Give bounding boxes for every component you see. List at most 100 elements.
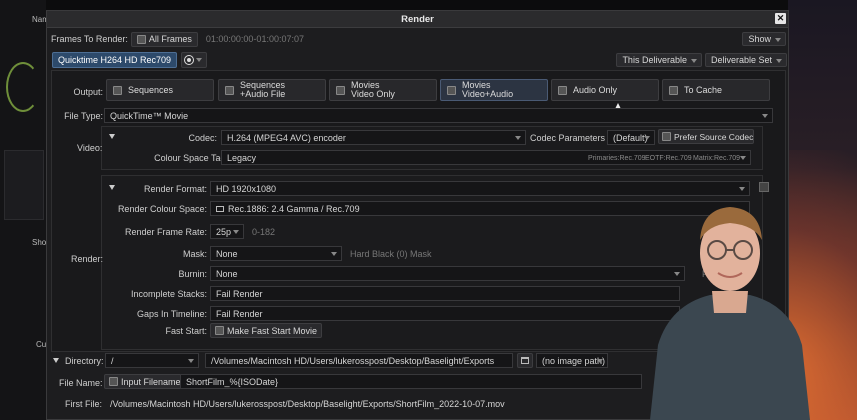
- left-panel-label: Cu: [36, 340, 47, 349]
- dialog-titlebar: Render ✕: [47, 11, 788, 28]
- file-name-value: ShortFilm_%{ISODate}: [186, 376, 279, 387]
- cache-icon: [669, 85, 678, 95]
- file-type-value: QuickTime™ Movie: [110, 110, 189, 121]
- output-sequences-button[interactable]: Sequences: [106, 79, 214, 101]
- output-movies-video-audio-button[interactable]: Movies Video+Audio: [440, 79, 548, 101]
- gear-icon: [184, 55, 195, 65]
- render-format-dropdown[interactable]: HD 1920x1080: [210, 181, 750, 196]
- output-option-sublabel: Video+Audio: [462, 89, 514, 99]
- deliverable-tab[interactable]: Quicktime H264 HD Rec709: [52, 52, 178, 68]
- frame-rate-value: 25p: [216, 226, 232, 237]
- show-dropdown[interactable]: Show: [742, 32, 786, 46]
- mask-dropdown[interactable]: None: [210, 246, 342, 261]
- this-deliverable-label: This Deliverable: [622, 55, 687, 65]
- prefer-source-codec-toggle[interactable]: Prefer Source Codec: [658, 129, 754, 144]
- movie-audio-icon: [447, 85, 456, 95]
- output-option-label: Audio Only: [573, 84, 618, 95]
- browse-folder-button[interactable]: [517, 353, 533, 368]
- burnin-dropdown[interactable]: None: [210, 266, 685, 281]
- incomplete-stacks-label: Incomplete Stacks:: [130, 289, 207, 299]
- background-left-panel: Nam Show Cu: [0, 0, 52, 420]
- output-movies-video-button[interactable]: Movies Video Only: [329, 79, 437, 101]
- fast-start-value: Make Fast Start Movie: [227, 325, 318, 336]
- directory-collapse-icon[interactable]: [53, 355, 63, 365]
- show-label: Show: [748, 34, 771, 44]
- directory-path-field[interactable]: /Volumes/Macintosh HD/Users/lukerosspost…: [205, 353, 513, 368]
- directory-value: /: [111, 355, 114, 366]
- render-format-label: Render Format:: [143, 184, 207, 194]
- gaps-in-timeline-value: Fail Render: [216, 308, 263, 319]
- output-label: Output:: [73, 87, 103, 97]
- burnin-value: None: [216, 268, 238, 279]
- output-sequences-audio-button[interactable]: Sequences +Audio File: [218, 79, 326, 101]
- left-panel-dial: [6, 62, 40, 112]
- fast-start-label: Fast Start:: [165, 326, 207, 336]
- sequence-audio-icon: [225, 85, 234, 95]
- mask-label: Mask:: [182, 249, 207, 259]
- matrix-tag: Matrix:Rec.709: [693, 155, 741, 162]
- directory-label: Directory:: [65, 356, 104, 366]
- checkbox-icon: [215, 326, 224, 335]
- gaps-in-timeline-label: Gaps In Timeline:: [136, 309, 207, 319]
- speaker-icon: [558, 85, 567, 95]
- this-deliverable-dropdown[interactable]: This Deliverable: [616, 53, 702, 67]
- directory-path-value: /Volumes/Macintosh HD/Users/lukerosspost…: [211, 355, 495, 366]
- frame-rate-dropdown[interactable]: 25p: [210, 224, 244, 239]
- fast-start-toggle[interactable]: Make Fast Start Movie: [210, 323, 323, 338]
- file-type-label: File Type:: [64, 111, 103, 121]
- folder-icon: [521, 357, 529, 364]
- codec-dropdown[interactable]: H.264 (MPEG4 AVC) encoder: [221, 130, 526, 145]
- video-collapse-icon[interactable]: [109, 131, 119, 141]
- output-option-label: To Cache: [684, 84, 723, 95]
- incomplete-stacks-value: Fail Render: [216, 288, 263, 299]
- output-to-cache-button[interactable]: To Cache: [662, 79, 770, 101]
- image-path-value: (no image path): [542, 355, 606, 366]
- movie-icon: [336, 85, 345, 95]
- prefer-source-codec-label: Prefer Source Codec: [674, 131, 754, 142]
- eotf-tag: EOTF:Rec.709: [645, 155, 692, 162]
- file-name-label: File Name:: [59, 378, 103, 388]
- render-colour-space-value: Rec.1886: 2.4 Gamma / Rec.709: [228, 203, 360, 214]
- close-icon[interactable]: ✕: [775, 13, 786, 24]
- file-type-dropdown[interactable]: QuickTime™ Movie: [104, 108, 773, 123]
- deliverable-set-label: Deliverable Set: [710, 55, 772, 65]
- output-option-label: Sequences: [128, 84, 174, 95]
- first-file-value: /Volumes/Macintosh HD/Users/lukerosspost…: [110, 398, 505, 409]
- output-audio-only-button[interactable]: Audio Only: [551, 79, 659, 101]
- file-name-field[interactable]: ShortFilm_%{ISODate}: [180, 374, 642, 389]
- settings-menu-button[interactable]: [181, 52, 208, 68]
- render-frame-rate-label: Render Frame Rate:: [124, 227, 207, 237]
- gaps-in-timeline-field[interactable]: Fail Render: [210, 306, 680, 321]
- first-file-label: First File:: [65, 399, 102, 409]
- frames-icon: [136, 34, 146, 44]
- output-option-sublabel: Video Only: [351, 89, 395, 99]
- input-filename-label: Input Filename: [121, 376, 181, 387]
- all-frames-button[interactable]: All Frames: [130, 31, 198, 47]
- frame-rate-range: 0-182: [252, 227, 276, 237]
- codec-params-dropdown[interactable]: (Default): [607, 130, 655, 145]
- output-options: Sequences Sequences +Audio File Movies Vid…: [106, 79, 776, 101]
- mask-value: None: [216, 248, 238, 259]
- checkbox-icon: [662, 132, 671, 141]
- incomplete-stacks-field[interactable]: Fail Render: [210, 286, 680, 301]
- deliverable-set-dropdown[interactable]: Deliverable Set: [704, 53, 787, 67]
- codec-label: Codec:: [188, 133, 217, 143]
- render-colour-space-label: Render Colour Space:: [117, 204, 207, 214]
- frames-label: Frames To Render:: [51, 34, 128, 44]
- video-label: Video:: [77, 143, 103, 153]
- render-format-settings-icon[interactable]: [759, 182, 769, 192]
- output-option-sublabel: +Audio File: [240, 89, 286, 99]
- sequence-icon: [113, 85, 122, 95]
- mask-hint: Hard Black (0) Mask: [350, 249, 432, 259]
- input-filename-button[interactable]: Input Filename: [104, 374, 186, 389]
- colour-space-value: Legacy: [227, 152, 257, 163]
- codec-params-value: (Default): [613, 132, 648, 143]
- frame-range: 01:00:00:00-01:00:07:07: [205, 34, 304, 44]
- burnin-label: Burnin:: [178, 269, 207, 279]
- image-path-dropdown[interactable]: (no image path): [536, 353, 608, 368]
- primaries-tag: Primaries:Rec.709: [588, 155, 646, 162]
- filename-icon: [109, 377, 118, 386]
- all-frames-label: All Frames: [148, 34, 192, 44]
- left-panel-controls: [4, 150, 44, 220]
- directory-dropdown[interactable]: /: [105, 353, 199, 368]
